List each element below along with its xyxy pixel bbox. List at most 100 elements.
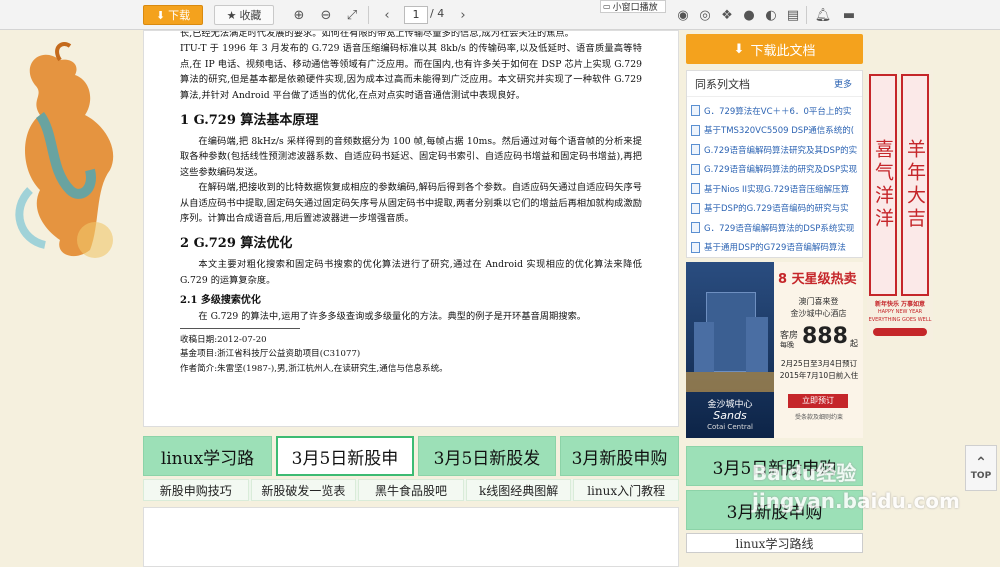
price-suffix: 起 <box>850 339 858 348</box>
more-share-icon[interactable]: ▤ <box>784 6 802 24</box>
comment-icon[interactable]: ▬ <box>840 6 858 24</box>
series-item[interactable]: 基于Nios II实现G.729语音压缩解压算 <box>691 179 862 199</box>
mini-window-label: 小窗口播放 <box>612 3 658 13</box>
series-item-label: 基于DSP的G.729语音编码的研究与实 <box>704 204 849 215</box>
ad-link[interactable]: linux学习路线 <box>686 533 863 553</box>
series-item[interactable]: 基于DSP的G.729语音编码的研究与实 <box>691 199 862 219</box>
fund-info: 基金项目:浙江省科技厅公益资助项目(C31077) <box>180 349 361 360</box>
document-icon <box>691 202 700 214</box>
banner-caption: HAPPY NEW YEAR <box>877 309 923 315</box>
hotel-photo: 金沙城中心 Sands Cotai Central <box>686 262 774 438</box>
zoom-in-icon[interactable]: ⊕ <box>290 6 308 24</box>
ad-link[interactable]: 3月5日新股申 <box>276 436 414 476</box>
document-icon <box>691 144 700 156</box>
series-item-label: G．729算法在VC＋＋6．0平台上的实 <box>704 106 852 117</box>
weibo-share-icon[interactable]: ◉ <box>674 6 692 24</box>
hotel-ad[interactable]: 金沙城中心 Sands Cotai Central 8 天星级热卖 澳门喜来登 … <box>686 262 863 438</box>
viewer-toolbar: ⬇ 下载 ★ 收藏 ⊕ ⊖ ⤢ ‹ 1 / 4 › ▭ 小窗口播放 ◉ ◎ ❖ … <box>0 0 1000 30</box>
section-heading: 1 G.729 算法基本原理 <box>180 113 319 129</box>
booking-date: 2月25日至3月4日预订 <box>780 359 858 368</box>
series-item-label: 基于Nios II实现G.729语音压缩解压算 <box>704 184 850 195</box>
ad-link[interactable]: linux学习路 <box>143 436 272 476</box>
next-page-icon[interactable]: › <box>454 6 472 24</box>
ad-keyword-row: 新股申购技巧 新股破发一览表 黑牛食品股吧 k线图经典图解 linux入门教程 <box>143 479 679 501</box>
top-label: TOP <box>970 471 992 481</box>
document-icon <box>691 241 700 253</box>
brand-en2: Cotai Central <box>707 423 753 431</box>
zoom-out-icon[interactable]: ⊖ <box>317 6 335 24</box>
section-heading: 2 G.729 算法优化 <box>180 236 293 252</box>
ad-headline: 8 天星级热卖 <box>778 272 857 287</box>
antelope-decoration <box>15 41 114 258</box>
qzone-share-icon[interactable]: ◎ <box>696 6 714 24</box>
document-icon <box>691 163 700 175</box>
series-item-label: G．729语音编解码算法的DSP系统实现 <box>704 223 855 234</box>
mini-window-icon: ▭ <box>603 2 611 11</box>
banner-caption: EVERYTHING GOES WELL <box>868 317 932 323</box>
document-icon <box>691 222 700 234</box>
series-title: 同系列文档 <box>695 77 750 91</box>
back-to-top-button[interactable]: ⌃ TOP <box>965 445 997 491</box>
couplet-right: 羊年大吉 <box>901 74 929 296</box>
price-sub: 每晚 <box>780 341 794 349</box>
fullscreen-icon[interactable]: ⤢ <box>343 6 361 24</box>
qq-share-icon[interactable]: ● <box>740 6 758 24</box>
mini-window-button[interactable]: ▭ 小窗口播放 <box>600 0 666 13</box>
series-item-label: 基于通用DSP的G729语音编解码算法 <box>704 243 846 254</box>
doc-text: 在编码端,把 8kHz/s 采样得到的音频数据分为 100 帧,每帧占据 10m… <box>180 136 642 178</box>
terms-note: 受条款及细则约束 <box>794 414 843 421</box>
divider <box>368 6 369 24</box>
series-item-label: 基于TMS320VC5509 DSP通信系统的( <box>704 126 855 137</box>
subsection-heading: 2.1 多级搜索优化 <box>180 295 261 307</box>
download-button-label: 下载 <box>168 9 191 22</box>
ad-keyword-link[interactable]: k线图经典图解 <box>465 479 572 501</box>
page-total: / 4 <box>430 7 445 20</box>
series-more-link[interactable]: 更多 <box>834 77 852 90</box>
series-item[interactable]: G．729算法在VC＋＋6．0平台上的实 <box>691 101 862 121</box>
book-now-button[interactable]: 立即预订 <box>788 394 848 408</box>
couplet-left: 喜气洋洋 <box>869 74 897 296</box>
ad-sub: 金沙城中心酒店 <box>790 309 847 318</box>
series-item[interactable]: G.729语音编解码算法研究及其DSP的实 <box>691 140 862 160</box>
doc-text: 本文主要对粗化搜索和固定码书搜索的优化算法进行了研究,通过在 Android 实… <box>180 259 642 286</box>
new-year-banner[interactable]: 喜气洋洋 羊年大吉 新年快乐 万事如意 HAPPY NEW YEAR EVERY… <box>867 70 933 340</box>
next-document-page <box>143 507 679 567</box>
document-icon <box>691 105 700 117</box>
document-icon <box>691 124 700 136</box>
wechat-share-icon[interactable]: ❖ <box>718 6 736 24</box>
download-icon: ⬇ <box>733 41 745 57</box>
series-item-label: G.729语音编解码算法研究及其DSP的实 <box>704 145 858 156</box>
ad-keyword-link[interactable]: 新股申购技巧 <box>143 479 249 501</box>
favorite-button-label: 收藏 <box>239 9 262 22</box>
stay-date: 2015年7月10日前入住 <box>779 371 859 380</box>
series-item[interactable]: G.729语音编解码算法的研究及DSP实现 <box>691 160 862 180</box>
chevron-up-icon: ⌃ <box>975 455 987 471</box>
author-info: 作者简介:朱雷坚(1987-),男,浙江杭州人,在读研究生,通信与信息系统。 <box>180 363 448 374</box>
ad-keyword-link[interactable]: 新股破发一览表 <box>250 479 357 501</box>
ad-link[interactable]: 3月新股申购 <box>560 436 679 476</box>
ad-keyword-link[interactable]: linux入门教程 <box>573 479 679 501</box>
download-document-button[interactable]: ⬇ 下载此文档 <box>686 34 863 64</box>
download-icon: ⬇ <box>155 8 166 22</box>
series-item[interactable]: 基于TMS320VC5509 DSP通信系统的( <box>691 121 862 141</box>
series-documents-panel: 同系列文档 更多 G．729算法在VC＋＋6．0平台上的实 基于TMS320VC… <box>686 70 863 258</box>
download-document-label: 下载此文档 <box>750 43 816 59</box>
ad-link[interactable]: 3月5日新股发 <box>418 436 556 476</box>
document-page: 长,已经无法满足时代发展的要求。如何在有限的带宽上传输尽量多的信息,成为社会关注… <box>143 30 679 427</box>
prev-page-icon[interactable]: ‹ <box>378 6 396 24</box>
banner-caption: 新年快乐 万事如意 <box>874 301 926 308</box>
star-icon: ★ <box>226 8 237 22</box>
banner-decoration <box>873 328 927 336</box>
ad-keyword-link[interactable]: 黑牛食品股吧 <box>358 479 464 501</box>
download-button[interactable]: ⬇ 下载 <box>143 5 203 25</box>
bell-icon[interactable]: 🔔︎ <box>814 6 832 24</box>
series-item[interactable]: G．729语音编解码算法的DSP系统实现 <box>691 218 862 238</box>
renren-share-icon[interactable]: ◐ <box>762 6 780 24</box>
series-item[interactable]: 基于通用DSP的G729语音编解码算法 <box>691 238 862 258</box>
document-icon <box>691 183 700 195</box>
ad-sub: 澳门喜来登 <box>798 297 839 306</box>
divider <box>806 6 807 24</box>
page-number-input[interactable]: 1 <box>404 6 428 24</box>
received-date: 收稿日期:2012-07-20 <box>180 334 267 345</box>
favorite-button[interactable]: ★ 收藏 <box>214 5 274 25</box>
